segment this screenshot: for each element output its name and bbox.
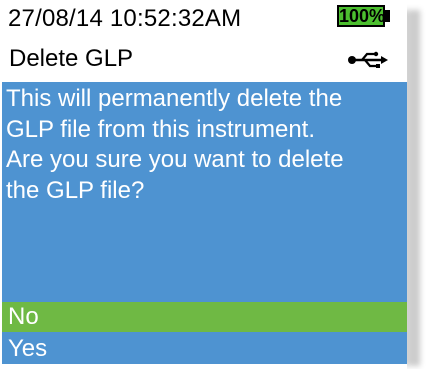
page-header: Delete GLP [2, 40, 407, 76]
page-title: Delete GLP [9, 45, 134, 72]
delete-confirmation-panel: This will permanently delete the GLP fil… [2, 82, 407, 302]
confirmation-message: This will permanently delete the GLP fil… [6, 85, 344, 204]
device-display: 27/08/14 10:52:32AM 100% Delete GLP This… [2, 0, 407, 369]
status-bar: 27/08/14 10:52:32AM 100% [2, 0, 407, 35]
date-time: 27/08/14 10:52:32AM [8, 5, 242, 32]
battery-indicator: 100% [337, 5, 385, 27]
instrument-screen-frame: 27/08/14 10:52:32AM 100% Delete GLP This… [0, 0, 430, 369]
yes-option[interactable]: Yes [2, 334, 407, 364]
battery-terminal-icon [385, 10, 390, 22]
usb-icon [348, 51, 388, 68]
no-option[interactable]: No [2, 302, 407, 332]
battery-percentage: 100% [339, 6, 386, 26]
